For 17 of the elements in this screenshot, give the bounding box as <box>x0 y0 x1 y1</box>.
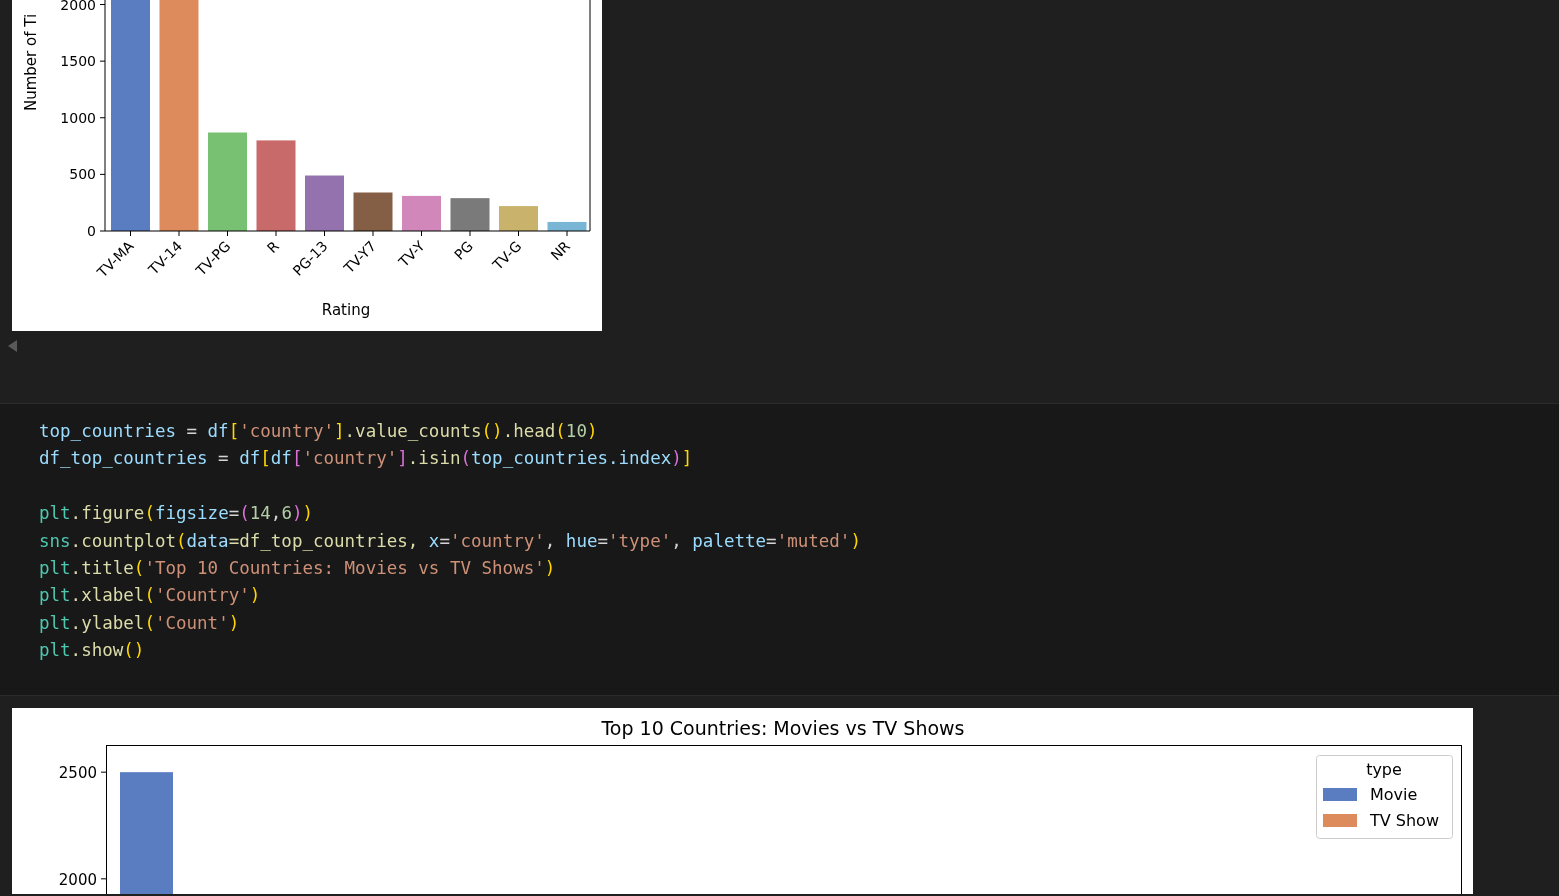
tick-label: 500 <box>69 166 96 183</box>
axis-title: Rating <box>321 301 371 319</box>
axis-label: PG <box>451 237 477 263</box>
tick-label: 0 <box>87 223 96 239</box>
scroll-left-icon[interactable] <box>8 340 18 352</box>
tick-label: 1000 <box>60 109 96 126</box>
tick-label: 1500 <box>60 53 96 70</box>
chart-title: Top 10 Countries: Movies vs TV Shows <box>601 717 965 739</box>
tick-label: 2000 <box>58 870 97 889</box>
axis-title: Number of Ti <box>22 13 40 111</box>
legend-label: Movie <box>1370 785 1418 804</box>
axis-label: NR <box>547 237 574 264</box>
axis-label: R <box>263 237 283 256</box>
legend-title: type <box>1366 760 1402 779</box>
legend-label: TV Show <box>1370 811 1439 830</box>
tick-label: 2500 <box>58 764 97 783</box>
tick-label: 2000 <box>60 0 96 13</box>
